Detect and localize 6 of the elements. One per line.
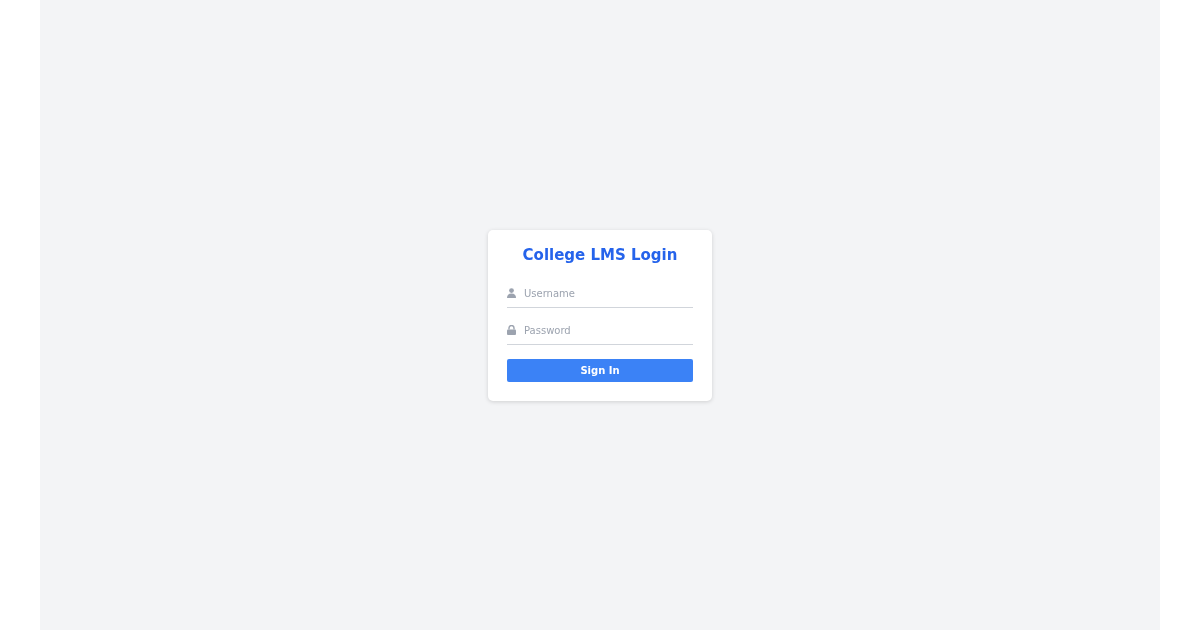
login-title: College LMS Login xyxy=(521,245,679,264)
input-field[interactable]: Username xyxy=(524,287,693,299)
sign-in-button[interactable]: Sign In xyxy=(507,358,693,382)
lock-icon xyxy=(507,325,516,335)
input-field[interactable]: Password xyxy=(524,324,693,336)
user-icon xyxy=(507,288,516,298)
